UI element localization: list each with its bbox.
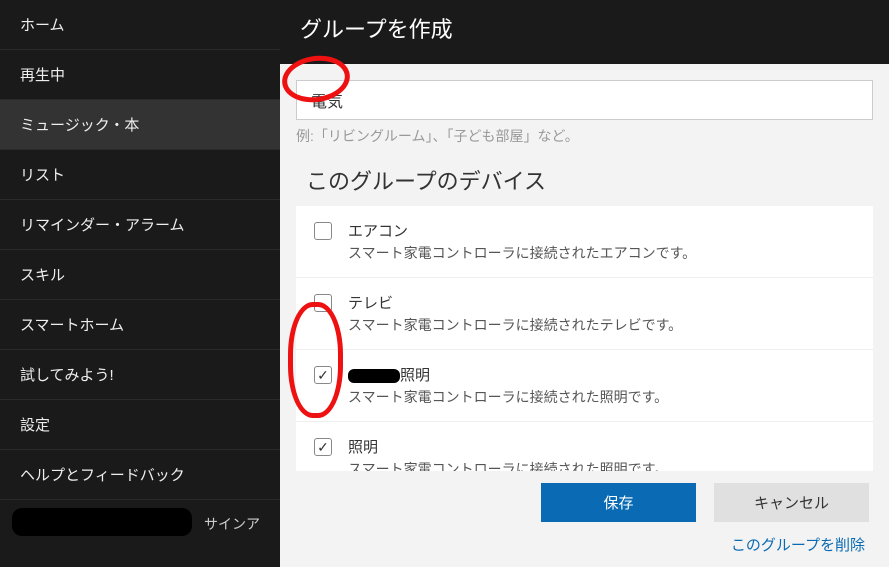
device-desc: スマート家電コントローラに接続されたテレビです。 — [348, 315, 855, 335]
sidebar-item-skills[interactable]: スキル — [0, 250, 280, 300]
device-name: 照明 — [348, 364, 855, 385]
sidebar-item-label: 再生中 — [20, 67, 65, 84]
device-checkbox[interactable] — [314, 366, 332, 384]
device-desc: スマート家電コントローラに接続されたエアコンです。 — [348, 243, 855, 263]
sidebar-item-smarthome[interactable]: スマートホーム — [0, 300, 280, 350]
device-checkbox[interactable] — [314, 294, 332, 312]
device-row[interactable]: エアコン スマート家電コントローラに接続されたエアコンです。 — [296, 206, 873, 278]
delete-group-link[interactable]: このグループを削除 — [731, 537, 865, 554]
device-name: 照明 — [348, 436, 855, 457]
redaction-scribble — [12, 508, 192, 536]
sidebar-item-label: 設定 — [20, 417, 50, 434]
device-info: テレビ スマート家電コントローラに接続されたテレビです。 — [348, 292, 855, 335]
device-row[interactable]: 照明 スマート家電コントローラに接続された照明です。 — [296, 422, 873, 471]
content: 例:「リビングルーム」、「子ども部屋」など。 このグループのデバイス エアコン … — [280, 64, 889, 471]
device-checkbox[interactable] — [314, 438, 332, 456]
device-row[interactable]: 照明 スマート家電コントローラに接続された照明です。 — [296, 350, 873, 422]
device-info: 照明 スマート家電コントローラに接続された照明です。 — [348, 436, 855, 471]
sidebar-item-label: 試してみよう! — [20, 367, 114, 384]
save-button[interactable]: 保存 — [541, 483, 696, 522]
sidebar-item-try[interactable]: 試してみよう! — [0, 350, 280, 400]
delete-link-row: このグループを削除 — [280, 528, 889, 567]
signin-label: サインア — [204, 516, 260, 532]
sidebar-item-label: ホーム — [20, 17, 65, 34]
cancel-button[interactable]: キャンセル — [714, 483, 869, 522]
device-desc: スマート家電コントローラに接続された照明です。 — [348, 387, 855, 407]
sidebar-item-label: ヘルプとフィードバック — [20, 467, 185, 484]
main: グループを作成 例:「リビングルーム」、「子ども部屋」など。 このグループのデバ… — [280, 0, 889, 567]
device-info: エアコン スマート家電コントローラに接続されたエアコンです。 — [348, 220, 855, 263]
sidebar-item-settings[interactable]: 設定 — [0, 400, 280, 450]
device-row[interactable]: テレビ スマート家電コントローラに接続されたテレビです。 — [296, 278, 873, 350]
sidebar-item-reminders[interactable]: リマインダー・アラーム — [0, 200, 280, 250]
sidebar-item-nowplaying[interactable]: 再生中 — [0, 50, 280, 100]
page-title: グループを作成 — [300, 17, 453, 42]
device-name: エアコン — [348, 220, 855, 241]
redaction-scribble — [348, 369, 400, 383]
device-checkbox[interactable] — [314, 222, 332, 240]
sidebar-item-lists[interactable]: リスト — [0, 150, 280, 200]
sidebar-item-label: リマインダー・アラーム — [20, 217, 185, 234]
header-bar: グループを作成 — [280, 0, 889, 64]
sidebar-item-label: スマートホーム — [20, 317, 124, 334]
group-name-input[interactable] — [296, 80, 873, 120]
sidebar-signin[interactable]: サインア — [0, 500, 280, 548]
sidebar-item-label: スキル — [20, 267, 65, 284]
device-info: 照明 スマート家電コントローラに接続された照明です。 — [348, 364, 855, 407]
device-desc: スマート家電コントローラに接続された照明です。 — [348, 459, 855, 471]
footer: 保存 キャンセル — [280, 471, 889, 528]
sidebar: ホーム 再生中 ミュージック・本 リスト リマインダー・アラーム スキル スマー… — [0, 0, 280, 567]
device-list: エアコン スマート家電コントローラに接続されたエアコンです。 テレビ スマート家… — [296, 206, 873, 471]
devices-section-title: このグループのデバイス — [296, 164, 873, 196]
group-name-help: 例:「リビングルーム」、「子ども部屋」など。 — [296, 126, 873, 146]
sidebar-item-label: リスト — [20, 167, 65, 184]
sidebar-item-help[interactable]: ヘルプとフィードバック — [0, 450, 280, 500]
sidebar-item-music-books[interactable]: ミュージック・本 — [0, 100, 280, 150]
device-name: テレビ — [348, 292, 855, 313]
sidebar-item-label: ミュージック・本 — [20, 117, 139, 134]
sidebar-item-home[interactable]: ホーム — [0, 0, 280, 50]
